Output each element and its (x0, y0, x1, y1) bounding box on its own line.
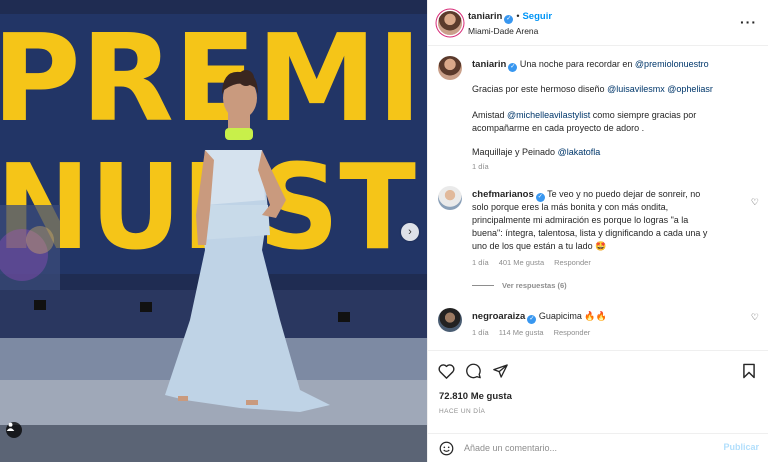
comment-1-text-1: Te veo y no puedo dejar de sonreir, no (547, 189, 701, 199)
verified-badge-icon: ✓ (508, 63, 518, 72)
comment-1-text-5: uno de los que están a tu lado 🤩 (472, 241, 607, 251)
view-replies-button[interactable]: Ver respuestas (6) (472, 281, 567, 290)
caption-author-username[interactable]: taniarin (472, 59, 506, 70)
replies-divider (472, 285, 494, 286)
user-tag-icon (6, 422, 15, 431)
verified-badge-icon: ✓ (527, 315, 537, 324)
separator-dot: • (516, 11, 520, 21)
caption-line-1: taniarin ✓ Una noche para recordar en @pr… (472, 58, 762, 72)
commenter-avatar[interactable] (438, 308, 462, 332)
tagged-users-button[interactable] (6, 422, 22, 438)
caption-line-4: acompañarme en cada proyecto de adoro . (472, 122, 762, 135)
commenter-username[interactable]: negroaraiza (472, 311, 525, 322)
post-location[interactable]: Miami-Dade Arena (468, 26, 538, 36)
caption-text-1: Una noche para recordar en (519, 59, 633, 69)
post-side-panel: taniarin ✓ • Seguir Miami-Dade Arena ··· ta… (427, 0, 768, 462)
sign-line1: PREMI (0, 10, 422, 149)
comment-bar: Publicar (428, 433, 768, 462)
caption-line-3: Amistad @michelleavilastylist como siemp… (472, 109, 762, 122)
post-time: HACE UN DÍA (439, 408, 486, 415)
likes-count[interactable]: 72.810 Me gusta (439, 391, 512, 402)
author-row: taniarin ✓ • Seguir (468, 11, 552, 24)
caption-text-2: Gracias por este hermoso diseño (472, 84, 605, 94)
comment-1-time: 1 día (472, 258, 489, 267)
comment-2-text: Guapicima 🔥🔥 (538, 311, 607, 321)
more-options-icon[interactable]: ··· (740, 14, 757, 30)
comment-1-likes[interactable]: 401 Me gusta (499, 258, 544, 267)
photo-illustration: PREMI NUEST (0, 0, 427, 462)
caption-time: 1 día (472, 162, 489, 171)
commenter-username[interactable]: chefmarianos (472, 189, 534, 200)
comment-1-meta: 1 día 401 Me gusta Responder (472, 257, 762, 270)
save-bookmark-icon[interactable] (742, 363, 756, 379)
like-heart-icon[interactable] (438, 363, 455, 379)
author-avatar[interactable] (438, 11, 462, 35)
caption-line-5: Maquillaje y Peinado @lakatofla (472, 146, 762, 159)
caption-mention-lakatofla[interactable]: @lakatofla (558, 147, 601, 157)
caption-line-2: Gracias por este hermoso diseño @luisavi… (472, 83, 762, 96)
author-username[interactable]: taniarin (468, 11, 502, 22)
view-replies-label: Ver respuestas (6) (502, 281, 567, 290)
caption-mention-ophelia[interactable]: @opheliasr (667, 84, 713, 94)
caption-author-avatar[interactable] (438, 56, 462, 80)
caption-text-5: Maquillaje y Peinado (472, 147, 556, 157)
comment-1-text-4: buena": íntegra, talentosa, lista y dign… (472, 228, 708, 238)
comment-2-line-1: negroaraiza ✓ Guapicima 🔥🔥 (472, 310, 762, 324)
publish-comment-button[interactable]: Publicar (723, 442, 759, 452)
comment-icon[interactable] (465, 363, 482, 379)
share-icon[interactable] (492, 363, 509, 379)
comment-1-line-1: chefmarianos ✓ Te veo y no puedo dejar de… (472, 188, 762, 202)
caption-mention-luisa[interactable]: @luisavilesmx (607, 84, 665, 94)
follow-button[interactable]: Seguir (522, 11, 552, 22)
caption-text-3-prefix: Amistad (472, 110, 505, 120)
next-slide-button[interactable]: › (401, 223, 419, 241)
comment-2-reply-button[interactable]: Responder (554, 328, 591, 337)
post-header: taniarin ✓ • Seguir Miami-Dade Arena ··· (428, 0, 768, 46)
comment-2-time: 1 día (472, 328, 489, 337)
caption-mention-michelle[interactable]: @michelleavilastylist (507, 110, 590, 120)
comment-1-like-icon[interactable]: ♡ (751, 197, 759, 208)
caption-text-3: como siempre gracias por (592, 110, 697, 120)
comment-1-text-2: solo porque eres la más bonita y con más… (472, 202, 669, 212)
caption-mention-premio[interactable]: @premiolonuestro (635, 59, 709, 69)
commenter-avatar[interactable] (438, 186, 462, 210)
emoji-icon[interactable] (439, 441, 454, 456)
comment-1-reply-button[interactable]: Responder (554, 258, 591, 267)
caption-and-comments: taniarin ✓ Una noche para recordar en @pr… (428, 47, 768, 350)
verified-badge-icon: ✓ (504, 15, 514, 24)
comment-2-likes[interactable]: 114 Me gusta (499, 328, 544, 337)
comment-2-like-icon[interactable]: ♡ (751, 312, 759, 323)
action-bar (428, 350, 768, 390)
post-photo[interactable]: PREMI NUEST › (0, 0, 427, 462)
caption-text-4: acompañarme en cada proyecto de adoro . (472, 123, 645, 133)
comment-1-text-3: principalmente mi admiración es porque l… (472, 215, 689, 225)
comment-2-meta: 1 día 114 Me gusta Responder (472, 327, 762, 340)
comment-input[interactable] (464, 441, 704, 455)
